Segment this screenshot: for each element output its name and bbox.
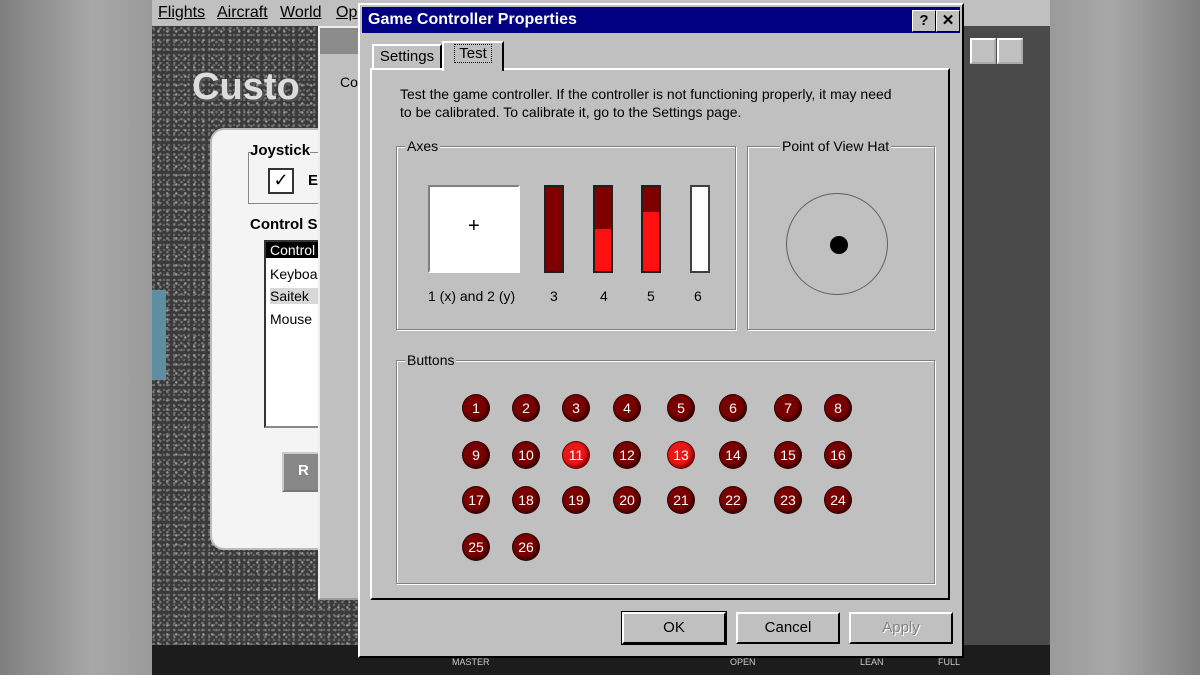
controller-button-1: 1 (463, 395, 489, 421)
list-item[interactable]: Keyboa (270, 266, 317, 282)
controller-button-4: 4 (614, 395, 640, 421)
axis-4-label: 4 (600, 288, 608, 304)
controller-button-13: 13 (668, 442, 694, 468)
controller-button-26: 26 (513, 534, 539, 560)
controller-button-5: 5 (668, 395, 694, 421)
list-item[interactable]: Mouse (270, 311, 312, 327)
blurred-right-edge (1050, 0, 1200, 675)
apply-button[interactable]: Apply (849, 612, 953, 644)
joystick-enable-checkbox[interactable]: ✓ (268, 168, 294, 194)
controller-button-17: 17 (463, 487, 489, 513)
full-label: FULL (938, 657, 961, 667)
menu-flights[interactable]: Flights (158, 4, 205, 22)
axis-4-bar (593, 185, 613, 273)
controller-button-9: 9 (463, 442, 489, 468)
axis-3-bar (544, 185, 564, 273)
controller-button-16: 16 (825, 442, 851, 468)
help-button[interactable]: ? (912, 10, 936, 32)
maximize-icon[interactable] (997, 38, 1023, 64)
blurred-left-edge (0, 0, 152, 675)
test-description: Test the game controller. If the control… (400, 85, 960, 121)
scenery-strip (152, 290, 166, 380)
controller-button-19: 19 (563, 487, 589, 513)
description-line-1: Test the game controller. If the control… (400, 86, 892, 102)
control-group-label: Control S (250, 216, 318, 233)
crosshair-icon: + (468, 215, 480, 237)
menu-aircraft[interactable]: Aircraft (217, 4, 268, 22)
controller-button-12: 12 (614, 442, 640, 468)
axis-3-label: 3 (550, 288, 558, 304)
controller-button-8: 8 (825, 395, 851, 421)
axis-4-fill (595, 229, 611, 271)
lean-label: LEAN (860, 657, 884, 667)
description-line-2: to be calibrated. To calibrate it, go to… (400, 104, 742, 120)
xy-axis-label: 1 (x) and 2 (y) (428, 288, 516, 304)
controller-button-25: 25 (463, 534, 489, 560)
controller-button-22: 22 (720, 487, 746, 513)
restore-icon[interactable] (970, 38, 996, 64)
menu-world[interactable]: World (280, 4, 322, 22)
list-item[interactable]: Control (266, 242, 320, 258)
controller-button-2: 2 (513, 395, 539, 421)
xy-axis-display: + (428, 185, 520, 273)
dialog-title: Game Controller Properties (368, 11, 577, 28)
menu-options[interactable]: Op (336, 4, 357, 22)
dialog-titlebar: Game Controller Properties ? ✕ (362, 7, 960, 33)
controller-button-21: 21 (668, 487, 694, 513)
axis-5-fill (643, 212, 659, 271)
reset-button-label: R (298, 462, 309, 479)
cancel-button[interactable]: Cancel (736, 612, 840, 644)
axes-label: Axes (405, 138, 441, 154)
joystick-check-label: E (308, 172, 319, 189)
controller-button-10: 10 (513, 442, 539, 468)
controller-button-20: 20 (614, 487, 640, 513)
tab-test[interactable]: Test (442, 41, 504, 71)
close-button[interactable]: ✕ (936, 10, 960, 32)
controller-button-11: 11 (563, 442, 589, 468)
master-label: MASTER (452, 657, 490, 667)
joystick-group-label: Joystick (250, 142, 311, 159)
controller-button-24: 24 (825, 487, 851, 513)
background-dialog-text: Co (340, 74, 358, 90)
sim-title: Custo (192, 66, 300, 108)
controller-button-14: 14 (720, 442, 746, 468)
controller-button-18: 18 (513, 487, 539, 513)
axis-5-bar (641, 185, 661, 273)
open-label: OPEN (730, 657, 756, 667)
controller-button-23: 23 (775, 487, 801, 513)
axis-5-label: 5 (647, 288, 655, 304)
controller-button-7: 7 (775, 395, 801, 421)
pov-center-dot (830, 236, 848, 254)
buttons-label: Buttons (405, 352, 457, 368)
sim-right-panel (964, 26, 1050, 646)
controller-button-3: 3 (563, 395, 589, 421)
controller-button-15: 15 (775, 442, 801, 468)
controller-button-6: 6 (720, 395, 746, 421)
tab-settings[interactable]: Settings (372, 44, 442, 70)
pov-label: Point of View Hat (780, 138, 892, 154)
tab-test-label: Test (454, 44, 492, 63)
axis-6-label: 6 (694, 288, 702, 304)
axis-6-bar (690, 185, 710, 273)
ok-button[interactable]: OK (621, 611, 727, 645)
